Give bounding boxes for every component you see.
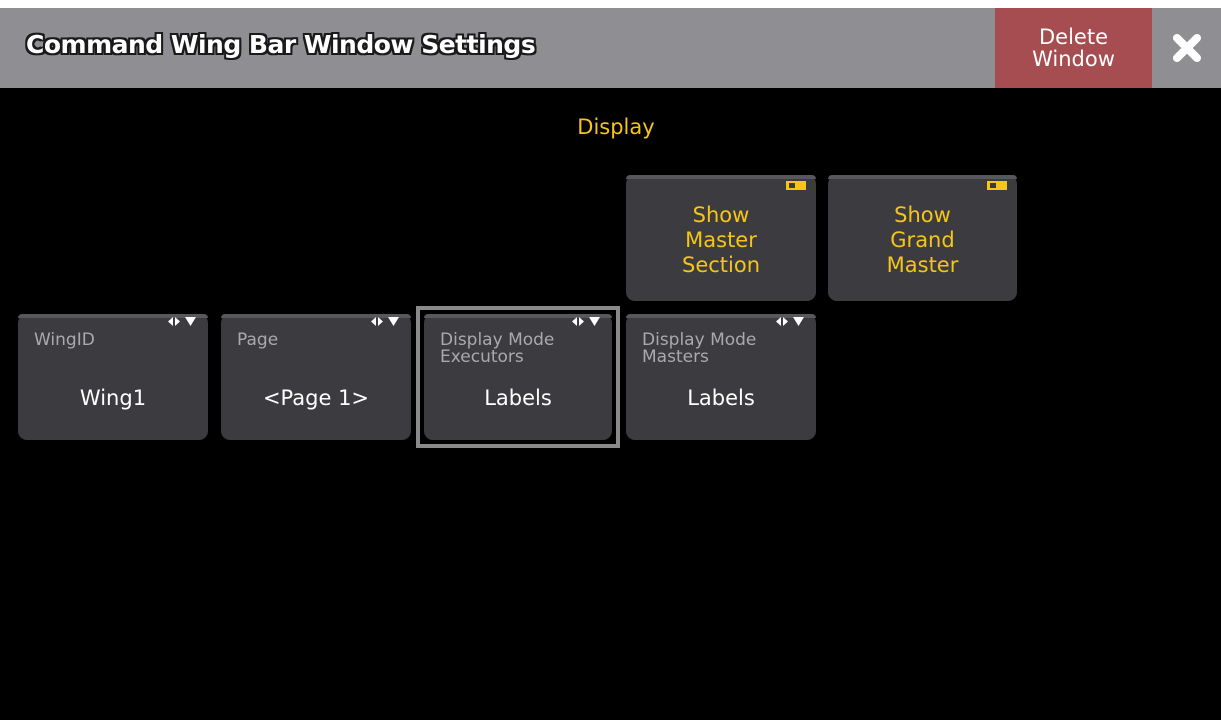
setting-caption: WingID (34, 332, 95, 349)
delete-window-label-line1: Delete (1039, 25, 1108, 49)
button-top-edge (828, 175, 1017, 179)
toggle-on-indicator-icon (786, 181, 806, 190)
left-right-down-arrows-icon (371, 317, 401, 326)
toggle-label-line3: Master (886, 253, 959, 277)
setting-caption-line2: Masters (642, 347, 709, 367)
toggle-label-line2: Master (685, 228, 757, 252)
window-title: Command Wing Bar Window Settings (26, 30, 536, 59)
setting-caption-line1: Page (237, 330, 279, 350)
setting-value: <Page 1> (262, 386, 370, 410)
show-master-section-toggle[interactable]: Show Master Section (626, 175, 816, 301)
toggle-label: Show Grand Master (828, 203, 1017, 278)
focus-frame (416, 306, 620, 448)
delete-window-label-line2: Window (1032, 47, 1115, 71)
delete-window-button[interactable]: Delete Window (995, 8, 1152, 88)
show-grand-master-toggle[interactable]: Show Grand Master (828, 175, 1017, 301)
toggle-label-line1: Show (692, 203, 750, 227)
wing-id-setting-button[interactable]: WingID Wing1 (18, 314, 208, 440)
toggle-label: Show Master Section (626, 203, 816, 278)
left-right-down-arrows-icon (168, 317, 198, 326)
toggle-label-line2: Grand (890, 228, 955, 252)
left-right-down-arrows-icon (776, 317, 806, 326)
title-bar: Command Wing Bar Window Settings Delete … (0, 8, 1221, 88)
toggle-label-line1: Show (894, 203, 951, 227)
setting-value: Labels (687, 386, 755, 410)
setting-caption-line1: WingID (34, 330, 95, 350)
button-top-edge (626, 175, 816, 179)
setting-caption: Display Mode Masters (642, 332, 756, 366)
setting-value: Wing1 (79, 386, 147, 410)
display-mode-masters-setting-button[interactable]: Display Mode Masters Labels (626, 314, 816, 440)
section-title-display: Display (577, 115, 655, 139)
settings-window: Command Wing Bar Window Settings Delete … (0, 8, 1221, 720)
setting-caption: Page (237, 332, 278, 349)
toggle-label-line3: Section (681, 253, 761, 277)
toggle-on-indicator-icon (987, 181, 1007, 190)
close-x-icon (1172, 34, 1201, 62)
close-button[interactable] (1152, 8, 1221, 88)
page-setting-button[interactable]: Page <Page 1> (221, 314, 411, 440)
